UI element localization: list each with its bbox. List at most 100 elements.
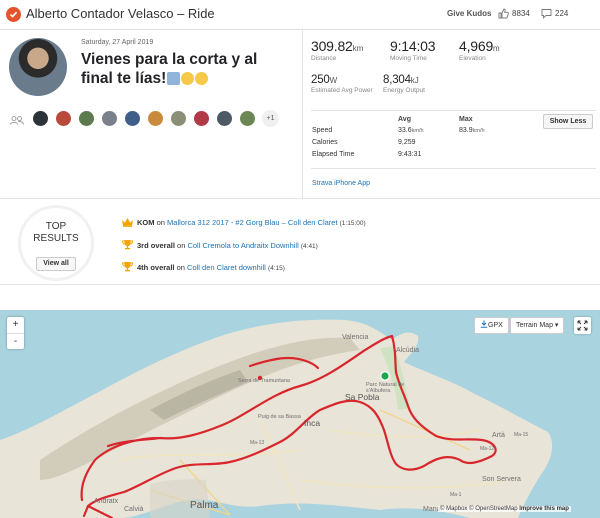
- show-less-button[interactable]: Show Less: [543, 114, 593, 129]
- result-time: (4:15): [267, 265, 285, 272]
- map-attribution: © Mapbox © OpenStreetMap Improve this ma…: [438, 506, 571, 512]
- speed-avg-unit: km/h: [411, 128, 424, 134]
- map-label-ma13: Ma-13: [250, 440, 265, 446]
- stats-divider: [311, 110, 596, 111]
- avg-power-value: 250: [311, 74, 330, 86]
- result-on: on: [176, 263, 185, 272]
- map-label-sa-pobla: Sa Pobla: [345, 392, 380, 402]
- top-results-section: TOP RESULTS View all KOM on Mallorca 312 …: [0, 198, 600, 284]
- segment-link[interactable]: Mallorca 312 2017 - #2 Gorg Blau – Coll …: [167, 218, 338, 227]
- activity-date: Saturday, 27 April 2019: [81, 39, 154, 46]
- map-label-ma15: Ma-15: [514, 432, 529, 438]
- result-on: on: [177, 241, 186, 250]
- elevation-unit: m: [493, 44, 500, 53]
- avg-power-stat: 250W Estimated Avg Power: [311, 74, 381, 94]
- moving-time-stat: 9:14:03 Moving Time: [390, 38, 436, 62]
- elapsed-time-value: 9:43:31: [398, 151, 422, 158]
- cyclist-emoji-icon: [167, 72, 181, 85]
- athlete-avatar-small[interactable]: [239, 110, 256, 127]
- activity-heading: Alberto Contador Velasco – Ride: [26, 6, 215, 21]
- zoom-out-button[interactable]: -: [7, 334, 24, 350]
- activity-summary: Saturday, 27 April 2019 Vienes para la c…: [0, 30, 302, 198]
- speed-label: Speed: [312, 127, 333, 134]
- energy-value: 8,304: [383, 74, 411, 86]
- thumbs-up-icon[interactable]: [498, 8, 509, 19]
- avg-power-unit: W: [329, 76, 338, 85]
- result-time: (1:15:00): [339, 220, 366, 227]
- speed-avg-value: 33.6: [398, 127, 412, 134]
- elapsed-time-label: Elapsed Time: [312, 151, 355, 158]
- attribution-osm[interactable]: © OpenStreetMap: [469, 506, 517, 512]
- athlete-avatar[interactable]: [9, 38, 67, 96]
- device-link[interactable]: Strava iPhone App: [312, 180, 370, 187]
- zoom-in-button[interactable]: +: [7, 317, 24, 333]
- segment-link[interactable]: Coll den Claret downhill: [187, 263, 266, 272]
- segment-link[interactable]: Coll Cremola to Andraitx Downhill: [187, 241, 298, 250]
- energy-label: Energy Output: [383, 87, 425, 94]
- gpx-label: GPX: [488, 322, 503, 329]
- athlete-avatar-small[interactable]: [55, 110, 72, 127]
- athlete-avatar-small[interactable]: [32, 110, 49, 127]
- attribution-mapbox[interactable]: © Mapbox: [440, 506, 467, 512]
- map-label-andratx: Andratx: [94, 498, 119, 505]
- map-label-arta: Artà: [492, 432, 505, 439]
- moving-time-value: 9:14:03: [390, 38, 436, 54]
- group-athletes-icon: [10, 116, 24, 125]
- map-type-dropdown[interactable]: Terrain Map ▾: [510, 317, 565, 334]
- athlete-avatar-small[interactable]: [147, 110, 164, 127]
- athlete-avatar-small[interactable]: [216, 110, 233, 127]
- gpx-download-button[interactable]: GPX: [474, 317, 509, 334]
- trophy-icon: [122, 262, 133, 272]
- distance-unit: km: [352, 44, 364, 53]
- distance-value: 309.82: [311, 38, 353, 54]
- elevation-stat: 4,969m Elevation: [459, 38, 500, 62]
- activity-title: Vienes para la corta y al final te lías!: [81, 50, 286, 88]
- zoom-control: + -: [7, 317, 24, 349]
- map-label-ma12: Ma-12: [480, 446, 495, 452]
- result-on: on: [156, 218, 165, 227]
- heading-separator: –: [177, 6, 185, 21]
- verified-icon: [6, 7, 21, 22]
- elevation-label: Elevation: [459, 55, 486, 62]
- expand-icon: [577, 320, 588, 331]
- athlete-avatar-small[interactable]: [124, 110, 141, 127]
- calories-label: Calories: [312, 139, 338, 146]
- athlete-avatar-small[interactable]: [101, 110, 118, 127]
- map-label-valencia: Valencia: [342, 334, 369, 341]
- activity-type: Ride: [187, 6, 215, 21]
- route-map[interactable]: + - GPX Terrain Map ▾ Valencia Alcúdia P…: [0, 310, 600, 518]
- comments-count[interactable]: 224: [555, 9, 568, 18]
- comment-icon[interactable]: [541, 8, 552, 19]
- speed-max: 83.9km/h: [459, 127, 485, 134]
- improve-map-link[interactable]: Improve this map: [519, 506, 569, 512]
- top-results-title-line2: RESULTS: [33, 233, 79, 244]
- kudos-count[interactable]: 8834: [512, 9, 530, 18]
- max-column-header: Max: [459, 116, 473, 123]
- section-gap: [0, 284, 600, 310]
- athlete-name-link[interactable]: Alberto Contador Velasco: [26, 6, 173, 21]
- speed-avg: 33.6km/h: [398, 127, 424, 134]
- map-label-calvia: Calvià: [124, 506, 144, 513]
- more-athletes-button[interactable]: +1: [262, 110, 279, 127]
- map-label-son-servera: Son Servera: [482, 476, 521, 483]
- fullscreen-button[interactable]: [574, 317, 591, 334]
- top-results-title-line1: TOP: [45, 221, 67, 232]
- athlete-avatar-small[interactable]: [78, 110, 95, 127]
- energy-stat: 8,304kJ Energy Output: [383, 74, 425, 94]
- give-kudos-button[interactable]: Give Kudos: [447, 9, 491, 18]
- map-label-ma1: Ma-1: [450, 492, 462, 498]
- map-label-palma: Palma: [190, 500, 219, 511]
- result-rank: KOM: [137, 218, 155, 227]
- moving-time-label: Moving Time: [390, 55, 427, 62]
- distance-stat: 309.82km Distance: [311, 38, 363, 62]
- device-divider: [311, 168, 596, 169]
- map-label-inca: Inca: [304, 418, 321, 428]
- map-label-serra: Serra de Tramuntana: [238, 378, 290, 384]
- result-row: 3rd overall on Coll Cremola to Andraitx …: [121, 239, 318, 250]
- map-label-puig: Puig de sa Bassa: [258, 414, 301, 420]
- top-results-title: TOP RESULTS: [18, 221, 94, 245]
- activity-header: Alberto Contador Velasco – Ride Give Kud…: [0, 0, 600, 30]
- athlete-avatar-small[interactable]: [193, 110, 210, 127]
- athlete-avatar-small[interactable]: [170, 110, 187, 127]
- view-all-button[interactable]: View all: [36, 257, 76, 271]
